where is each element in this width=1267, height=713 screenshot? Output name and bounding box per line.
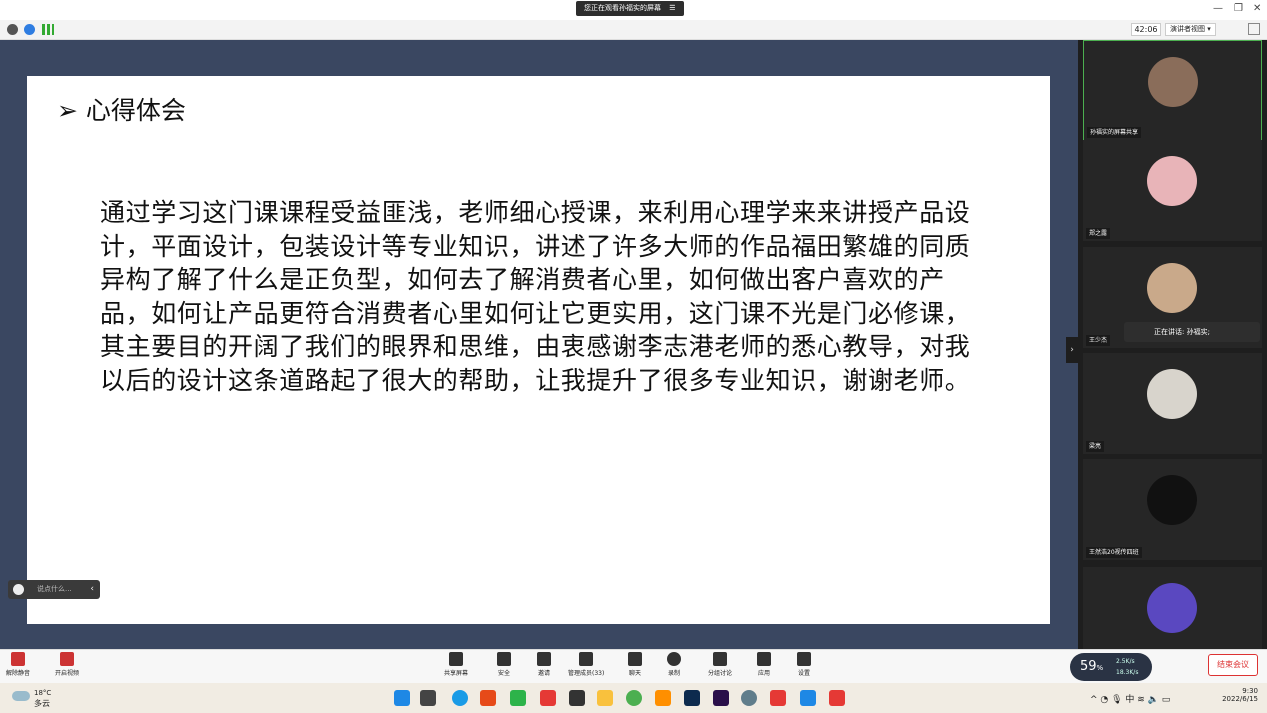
apps-icon <box>757 652 771 666</box>
chat-button[interactable]: 聊天 <box>628 652 642 677</box>
window-top-bar: 您正在观看孙福实的屏幕 ☰ — ❐ ✕ <box>0 0 1267 20</box>
video-tile[interactable]: 郑之露 <box>1083 140 1262 241</box>
invite-icon <box>537 652 551 666</box>
participant-video-panel: 孙福实的屏幕共享 郑之露 王少杰 梁亮 王然浩20视传四班 <box>1078 40 1267 649</box>
smiley-icon <box>13 584 24 595</box>
video-tile[interactable]: 孙福实的屏幕共享 <box>1083 40 1262 141</box>
slide-title: ➢ 心得体会 <box>57 96 186 125</box>
folder-icon[interactable] <box>597 690 613 706</box>
breakout-icon <box>713 652 727 666</box>
network-status[interactable]: 59% 2.5K/s 18.3K/s <box>1070 653 1152 681</box>
share-banner[interactable]: 您正在观看孙福实的屏幕 ☰ <box>576 1 684 16</box>
settings-button[interactable]: 设置 <box>797 652 811 677</box>
shared-screen-area: ➢ 心得体会 通过学习这门课课程受益匪浅，老师细心授课，来利用心理学来来讲授产品… <box>0 40 1078 649</box>
system-tray[interactable]: ^ ◔ 🎙 中 ≋ 🔈 ▭ <box>1090 692 1170 705</box>
end-meeting-button[interactable]: 结束会议 <box>1208 654 1258 676</box>
share-banner-text: 您正在观看孙福实的屏幕 <box>584 4 661 12</box>
unmute-button[interactable]: 解除静音 <box>6 652 30 677</box>
share-screen-icon <box>449 652 463 666</box>
presenter-view-button[interactable]: 演讲者视图 ▾ <box>1165 23 1216 36</box>
info-icon[interactable] <box>7 24 18 35</box>
record-icon <box>667 652 681 666</box>
collapse-panel-button[interactable]: › <box>1066 337 1078 363</box>
participant-name: 王少杰 <box>1086 335 1111 346</box>
restore-icon[interactable]: ❐ <box>1234 3 1243 14</box>
participant-name: 王然浩20视传四班 <box>1086 547 1142 558</box>
tencent-meeting-icon[interactable] <box>800 690 816 706</box>
meeting-status-bar <box>0 20 1267 40</box>
clock-date: 2022/6/15 <box>1222 695 1258 703</box>
cloud-icon <box>12 691 30 701</box>
signal-icon[interactable] <box>42 24 54 35</box>
upload-speed: 2.5K/s <box>1116 658 1135 665</box>
avatar <box>1148 57 1198 107</box>
avatar <box>1147 156 1197 206</box>
photoshop-icon[interactable] <box>684 690 700 706</box>
participant-name: 郑之露 <box>1086 228 1111 239</box>
shield-icon <box>497 652 511 666</box>
clock-time: 9:30 <box>1242 687 1258 695</box>
netease-icon[interactable] <box>540 690 556 706</box>
close-icon[interactable]: ✕ <box>1253 3 1261 14</box>
quick-chat-placeholder: 说点什么... <box>37 585 72 593</box>
breakout-button[interactable]: 分组讨论 <box>708 652 732 677</box>
app-icon[interactable] <box>569 690 585 706</box>
edge-icon[interactable] <box>452 690 468 706</box>
os-taskbar: 18°C 多云 ^ ◔ 🎙 中 ≋ 🔈 ▭ 9:30 2022/6/15 <box>0 683 1267 713</box>
participant-name: 孙福实的屏幕共享 <box>1087 127 1142 138</box>
video-tile[interactable] <box>1083 567 1262 649</box>
minimize-icon[interactable]: — <box>1213 3 1223 14</box>
invite-button[interactable]: 邀请 <box>537 652 551 677</box>
avatar <box>1147 263 1197 313</box>
start-icon[interactable] <box>394 690 410 706</box>
manage-members-button[interactable]: 管理成员(33) <box>568 652 604 677</box>
share-screen-button[interactable]: 共享屏幕 <box>444 652 468 677</box>
illustrator-icon[interactable] <box>655 690 671 706</box>
shield-icon[interactable] <box>24 24 35 35</box>
video-off-icon <box>60 652 74 666</box>
record-button[interactable]: 录制 <box>667 652 681 677</box>
network-percent: 59% <box>1080 659 1104 674</box>
premiere-icon[interactable] <box>713 690 729 706</box>
avatar <box>1147 475 1197 525</box>
members-icon <box>579 652 594 666</box>
video-tile[interactable]: 王然浩20视传四班 <box>1083 459 1262 560</box>
presentation-slide: ➢ 心得体会 通过学习这门课课程受益匪浅，老师细心授课，来利用心理学来来讲授产品… <box>27 76 1050 624</box>
mic-muted-icon <box>11 652 25 666</box>
participant-name: 梁亮 <box>1086 441 1105 452</box>
settings-app-icon[interactable] <box>741 690 757 706</box>
download-speed: 18.3K/s <box>1116 669 1139 676</box>
wechat-icon[interactable] <box>510 690 526 706</box>
chat-icon <box>628 652 642 666</box>
video-tile[interactable]: 梁亮 <box>1083 353 1262 454</box>
chevron-left-icon[interactable]: ‹ <box>90 580 94 599</box>
clock[interactable]: 9:30 2022/6/15 <box>1218 687 1258 703</box>
wps-icon[interactable] <box>770 690 786 706</box>
office-icon[interactable] <box>480 690 496 706</box>
gear-icon <box>797 652 811 666</box>
start-video-button[interactable]: 开启视频 <box>55 652 79 677</box>
weather-temperature: 18°C <box>34 689 52 697</box>
wps-icon[interactable] <box>829 690 845 706</box>
meeting-timer: 42:06 <box>1131 23 1161 36</box>
apps-button[interactable]: 应用 <box>757 652 771 677</box>
slide-body: 通过学习这门课课程受益匪浅，老师细心授课，来利用心理学来来讲授产品设计，平面设计… <box>100 198 971 395</box>
fullscreen-icon[interactable] <box>1248 23 1260 35</box>
weather-condition: 多云 <box>34 699 50 708</box>
speaking-indicator: 正在讲话: 孙福实; <box>1124 322 1260 342</box>
security-button[interactable]: 安全 <box>497 652 511 677</box>
avatar <box>1147 369 1197 419</box>
task-view-icon[interactable] <box>420 690 436 706</box>
menu-icon[interactable]: ☰ <box>669 4 675 12</box>
quick-chat-input[interactable]: 说点什么... ‹ <box>8 580 100 599</box>
avatar <box>1147 583 1197 633</box>
chrome-icon[interactable] <box>626 690 642 706</box>
